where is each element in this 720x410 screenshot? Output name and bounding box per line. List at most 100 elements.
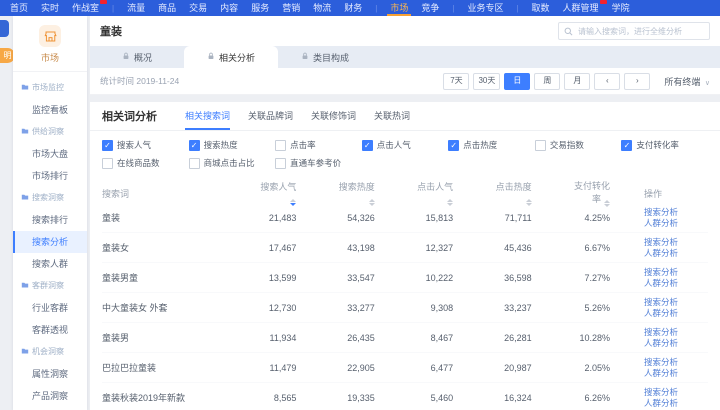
action-link-人群分析[interactable]: 人群分析 [644,398,708,409]
nav-item-取数[interactable]: 取数 [532,0,550,16]
sort-asc-icon [369,199,375,202]
sidebar-item-客群透视[interactable]: 客群透视 [13,319,87,341]
sort-icon[interactable] [447,199,453,206]
period-button-7天[interactable]: 7天 [443,73,469,90]
metric-label: 在线商品数 [117,157,160,169]
search-term-cell: 童装 [102,211,252,224]
metric-checkbox-点击热度[interactable]: ✓点击热度 [448,139,535,151]
sort-icon[interactable] [526,199,532,206]
metric-value-cell: 6,477 [409,363,487,373]
metric-checkbox-支付转化率[interactable]: ✓支付转化率 [621,139,708,151]
nav-item-服务[interactable]: 服务 [251,0,269,16]
nav-item-竞争[interactable]: 竞争 [421,0,439,16]
sidebar-item-行业客群[interactable]: 行业客群 [13,297,87,319]
nav-item-交易[interactable]: 交易 [189,0,207,16]
word-tab-关联品牌词[interactable]: 关联品牌词 [248,102,293,130]
metric-checkbox-点击人气[interactable]: ✓点击人气 [362,139,449,151]
action-link-搜索分析[interactable]: 搜索分析 [644,327,708,338]
action-link-搜索分析[interactable]: 搜索分析 [644,387,708,398]
search-term-cell: 童装女 [102,241,252,254]
sort-icon[interactable] [369,199,375,206]
period-button-月[interactable]: 月 [564,73,590,90]
action-link-人群分析[interactable]: 人群分析 [644,368,708,379]
checkbox-icon [189,158,200,169]
nav-item-业务专区[interactable]: 业务专区 [467,0,503,16]
action-link-人群分析[interactable]: 人群分析 [644,248,708,259]
checkbox-icon [275,158,286,169]
keyword-search-box[interactable] [558,22,710,40]
action-link-人群分析[interactable]: 人群分析 [644,308,708,319]
sidebar-item-市场排行[interactable]: 市场排行 [13,165,87,187]
sort-icon[interactable] [290,199,296,206]
metric-value-cell: 10.28% [566,333,644,343]
sidebar-item-搜索分析[interactable]: 搜索分析 [13,231,87,253]
nav-item-营销[interactable]: 营销 [282,0,300,16]
word-tab-关联修饰词[interactable]: 关联修饰词 [311,102,356,130]
column-header-点击人气[interactable]: 点击人气 [409,180,487,206]
action-link-搜索分析[interactable]: 搜索分析 [644,267,708,278]
sidebar-item-监控看板[interactable]: 监控看板 [13,99,87,121]
column-header-搜索热度[interactable]: 搜索热度 [330,180,408,206]
action-link-搜索分析[interactable]: 搜索分析 [644,207,708,218]
period-button-30天[interactable]: 30天 [473,73,500,90]
sidebar-item-搜索排行[interactable]: 搜索排行 [13,209,87,231]
metric-checkbox-搜索热度[interactable]: ✓搜索热度 [189,139,276,151]
terminal-filter-label: 所有终端 [664,77,700,87]
next-date-button[interactable]: › [624,73,650,90]
metric-checkbox-搜索人气[interactable]: ✓搜索人气 [102,139,189,151]
metric-checkbox-点击率[interactable]: 点击率 [275,139,362,151]
period-button-日[interactable]: 日 [504,73,530,90]
word-tab-相关搜索词[interactable]: 相关搜索词 [185,102,230,130]
sidebar-item-属性洞察[interactable]: 属性洞察 [13,363,87,385]
action-link-搜索分析[interactable]: 搜索分析 [644,237,708,248]
metric-label: 直通车参考价 [290,157,341,169]
tab-相关分析[interactable]: 相关分析 [184,46,278,68]
nav-item-财务[interactable]: 财务 [344,0,362,16]
metric-label: 支付转化率 [636,139,679,151]
sort-asc-icon [604,200,610,203]
metric-checkbox-交易指数[interactable]: 交易指数 [535,139,622,151]
metric-checkbox-商城点击占比[interactable]: 商城点击占比 [189,157,276,169]
sidebar-item-产品洞察[interactable]: 产品洞察 [13,385,87,407]
action-link-搜索分析[interactable]: 搜索分析 [644,357,708,368]
prev-date-button[interactable]: ‹ [594,73,620,90]
action-link-搜索分析[interactable]: 搜索分析 [644,297,708,308]
column-header-操作: 操作 [644,187,708,200]
action-link-人群分析[interactable]: 人群分析 [644,278,708,289]
metric-checkbox-在线商品数[interactable]: 在线商品数 [102,157,189,169]
column-header-点击热度[interactable]: 点击热度 [487,180,565,206]
word-tab-关联热词[interactable]: 关联热词 [374,102,410,130]
sidebar-item-搜索人群[interactable]: 搜索人群 [13,253,87,275]
nav-item-商品[interactable]: 商品 [158,0,176,16]
terminal-filter-dropdown[interactable]: 所有终端 ∨ [664,75,710,88]
action-link-人群分析[interactable]: 人群分析 [644,338,708,349]
sort-icon[interactable] [604,200,610,207]
nav-item-内容[interactable]: 内容 [220,0,238,16]
column-header-搜索人气[interactable]: 搜索人气 [252,180,330,206]
nav-item-实时[interactable]: 实时 [41,0,59,16]
metric-value-cell: 33,237 [487,303,565,313]
metric-label: 搜索人气 [117,139,151,151]
tab-类目构成[interactable]: 类目构成 [278,46,372,68]
sidebar-item-市场大盘[interactable]: 市场大盘 [13,143,87,165]
tab-概况[interactable]: 概况 [90,46,184,68]
nav-item-流量[interactable]: 流量 [127,0,145,16]
sort-desc-icon [526,203,532,206]
nav-item-作战室[interactable]: 作战室 [72,0,99,16]
metric-checkbox-直通车参考价[interactable]: 直通车参考价 [275,157,362,169]
table-header-row: 搜索词搜索人气搜索热度点击人气点击热度支付转化率操作 [102,179,708,203]
nav-item-首页[interactable]: 首页 [10,0,28,16]
period-button-周[interactable]: 周 [534,73,560,90]
action-link-人群分析[interactable]: 人群分析 [644,218,708,229]
search-term-cell: 童装秋装2019年新款 [102,391,252,404]
column-header-支付转化率[interactable]: 支付转化率 [566,179,644,207]
sidebar-section-label: 供给洞察 [32,126,64,137]
nav-item-物流[interactable]: 物流 [313,0,331,16]
metric-value-cell: 12,730 [252,303,330,313]
nav-item-市场[interactable]: 市场 [390,0,408,16]
nav-item-学院[interactable]: 学院 [612,0,630,16]
column-header-搜索词: 搜索词 [102,187,252,200]
search-input[interactable] [576,26,704,37]
nav-item-人群管理[interactable]: 人群管理 [563,0,599,16]
row-actions: 搜索分析人群分析 [644,207,708,229]
